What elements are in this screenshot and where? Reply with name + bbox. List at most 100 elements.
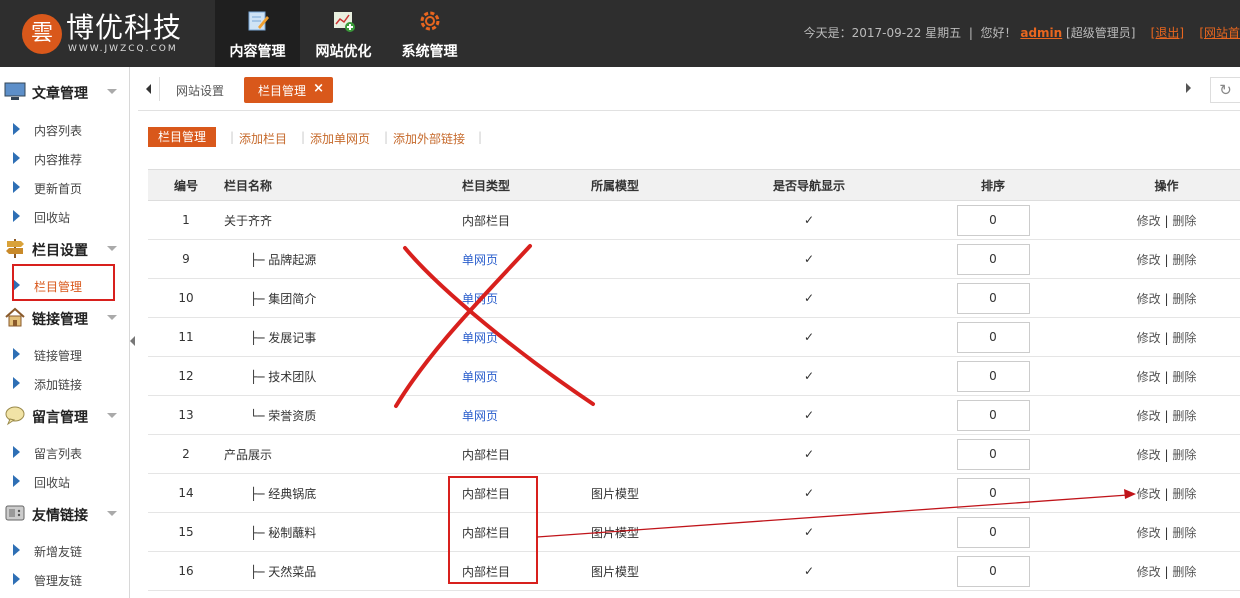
sidebar-collapse-icon[interactable] <box>130 336 135 346</box>
username-link[interactable]: admin <box>1020 26 1062 40</box>
delete-link[interactable]: 删除 <box>1172 487 1196 501</box>
sub-menu-add-external-link[interactable]: 添加外部链接 <box>393 130 465 147</box>
edit-link[interactable]: 修改 <box>1137 292 1161 306</box>
close-icon[interactable]: × <box>313 81 324 96</box>
arrow-right-icon <box>13 377 20 389</box>
sidebar-group-columns[interactable]: 栏目设置 <box>0 233 129 263</box>
delete-link[interactable]: 删除 <box>1172 253 1196 267</box>
cell-order <box>893 512 1093 552</box>
column-type[interactable]: 单网页 <box>462 370 498 384</box>
sidebar-item-manage-friend-links[interactable]: 管理友链 <box>0 568 129 590</box>
nav-system[interactable]: 系统管理 <box>387 0 472 67</box>
order-input[interactable] <box>956 516 1030 548</box>
order-input[interactable] <box>956 282 1030 314</box>
nav-check-icon: ✓ <box>725 200 893 240</box>
edit-link[interactable]: 修改 <box>1137 409 1161 423</box>
sidebar-item-add-link[interactable]: 添加链接 <box>0 372 129 394</box>
edit-link[interactable]: 修改 <box>1137 565 1161 579</box>
sidebar-item-update-home[interactable]: 更新首页 <box>0 176 129 198</box>
cell-model: 图片模型 <box>591 551 725 591</box>
sub-menu-add-column[interactable]: 添加栏目 <box>239 130 287 147</box>
cell-order <box>893 356 1093 396</box>
delete-link[interactable]: 删除 <box>1172 409 1196 423</box>
tab-column-management[interactable]: 栏目管理 × <box>244 77 333 103</box>
sidebar-group-messages[interactable]: 留言管理 <box>0 400 129 430</box>
nav-label: 系统管理 <box>401 44 458 60</box>
tab-scroll-left-icon[interactable] <box>138 77 160 101</box>
delete-link[interactable]: 删除 <box>1172 214 1196 228</box>
edit-link[interactable]: 修改 <box>1137 370 1161 384</box>
column-type[interactable]: 单网页 <box>462 253 498 267</box>
chevron-down-icon <box>107 511 117 516</box>
sidebar-item-content-recommend[interactable]: 内容推荐 <box>0 147 129 169</box>
order-input[interactable] <box>956 477 1030 509</box>
edit-link[interactable]: 修改 <box>1137 331 1161 345</box>
logout-link[interactable]: [退出] <box>1151 26 1184 40</box>
sidebar-item-label: 新增友链 <box>34 545 83 559</box>
sidebar-group-links[interactable]: 链接管理 <box>0 302 129 332</box>
order-input[interactable] <box>956 399 1030 431</box>
column-type[interactable]: 单网页 <box>462 331 498 345</box>
cell-actions: 修改 | 删除 <box>1093 200 1240 240</box>
cell-name: ├─ 经典锅底 <box>224 473 462 513</box>
action-separator: | <box>1164 291 1169 306</box>
cell-model <box>591 239 725 279</box>
chevron-down-icon <box>107 89 117 94</box>
column-type[interactable]: 单网页 <box>462 409 498 423</box>
delete-link[interactable]: 删除 <box>1172 331 1196 345</box>
column-name: 荣誉资质 <box>268 408 317 423</box>
column-name: 发展记事 <box>268 330 317 345</box>
cell-actions: 修改 | 删除 <box>1093 512 1240 552</box>
order-input[interactable] <box>956 555 1030 587</box>
header-id: 编号 <box>148 169 224 201</box>
refresh-icon[interactable]: ↻ <box>1210 77 1240 103</box>
sidebar-item-label: 添加链接 <box>34 378 83 392</box>
table-row: 2产品展示 内部栏目 ✓ 修改 | 删除 <box>148 434 1240 474</box>
tab-scroll-right-icon[interactable] <box>1186 83 1191 93</box>
edit-link[interactable]: 修改 <box>1137 448 1161 462</box>
sidebar-item-content-list[interactable]: 内容列表 <box>0 118 129 140</box>
sidebar-item-recycle[interactable]: 回收站 <box>0 205 129 227</box>
delete-link[interactable]: 删除 <box>1172 526 1196 540</box>
sub-menu-column-management[interactable]: 栏目管理 <box>148 127 216 147</box>
nav-content-management[interactable]: 内容管理 <box>215 0 300 67</box>
nav-check-icon: ✓ <box>725 473 893 513</box>
cell-id: 11 <box>148 317 224 357</box>
sidebar-group-friend-links[interactable]: 友情链接 <box>0 498 129 528</box>
order-input[interactable] <box>956 321 1030 353</box>
tree-prefix: └─ <box>250 408 269 423</box>
delete-link[interactable]: 删除 <box>1172 292 1196 306</box>
edit-link[interactable]: 修改 <box>1137 487 1161 501</box>
cell-order <box>893 200 1093 240</box>
column-type[interactable]: 单网页 <box>462 292 498 306</box>
delete-link[interactable]: 删除 <box>1172 448 1196 462</box>
edit-link[interactable]: 修改 <box>1137 526 1161 540</box>
sidebar-item-new-friend-link[interactable]: 新增友链 <box>0 539 129 561</box>
delete-link[interactable]: 删除 <box>1172 370 1196 384</box>
sidebar-item-message-list[interactable]: 留言列表 <box>0 441 129 463</box>
tree-prefix: ├─ <box>250 564 269 579</box>
site-home-link[interactable]: [网站首 <box>1199 26 1240 40</box>
order-input[interactable] <box>956 204 1030 236</box>
edit-link[interactable]: 修改 <box>1137 214 1161 228</box>
edit-link[interactable]: 修改 <box>1137 253 1161 267</box>
order-input[interactable] <box>956 438 1030 470</box>
table-row: 16├─ 天然菜品内部栏目图片模型✓修改 | 删除 <box>148 551 1240 591</box>
sidebar-item-message-recycle[interactable]: 回收站 <box>0 470 129 492</box>
sidebar-group-title: 留言管理 <box>32 410 88 426</box>
sub-menu-add-single-page[interactable]: 添加单网页 <box>310 130 370 147</box>
order-input[interactable] <box>956 360 1030 392</box>
sidebar-item-link-management[interactable]: 链接管理 <box>0 343 129 365</box>
cell-name: ├─ 技术团队 <box>224 356 462 396</box>
table-row: 9├─ 品牌起源单网页✓修改 | 删除 <box>148 239 1240 279</box>
sidebar-group-articles[interactable]: 文章管理 <box>0 76 129 106</box>
cell-id: 16 <box>148 551 224 591</box>
logo[interactable]: 雲 博优科技 WWW.JWZCQ.COM <box>22 12 202 56</box>
column-name: 集团简介 <box>268 291 317 306</box>
delete-link[interactable]: 删除 <box>1172 565 1196 579</box>
tab-site-settings[interactable]: 网站设置 <box>176 82 224 99</box>
action-separator: | <box>1164 369 1169 384</box>
order-input[interactable] <box>956 243 1030 275</box>
cell-id: 2 <box>148 434 224 474</box>
nav-seo[interactable]: 网站优化 <box>301 0 386 67</box>
